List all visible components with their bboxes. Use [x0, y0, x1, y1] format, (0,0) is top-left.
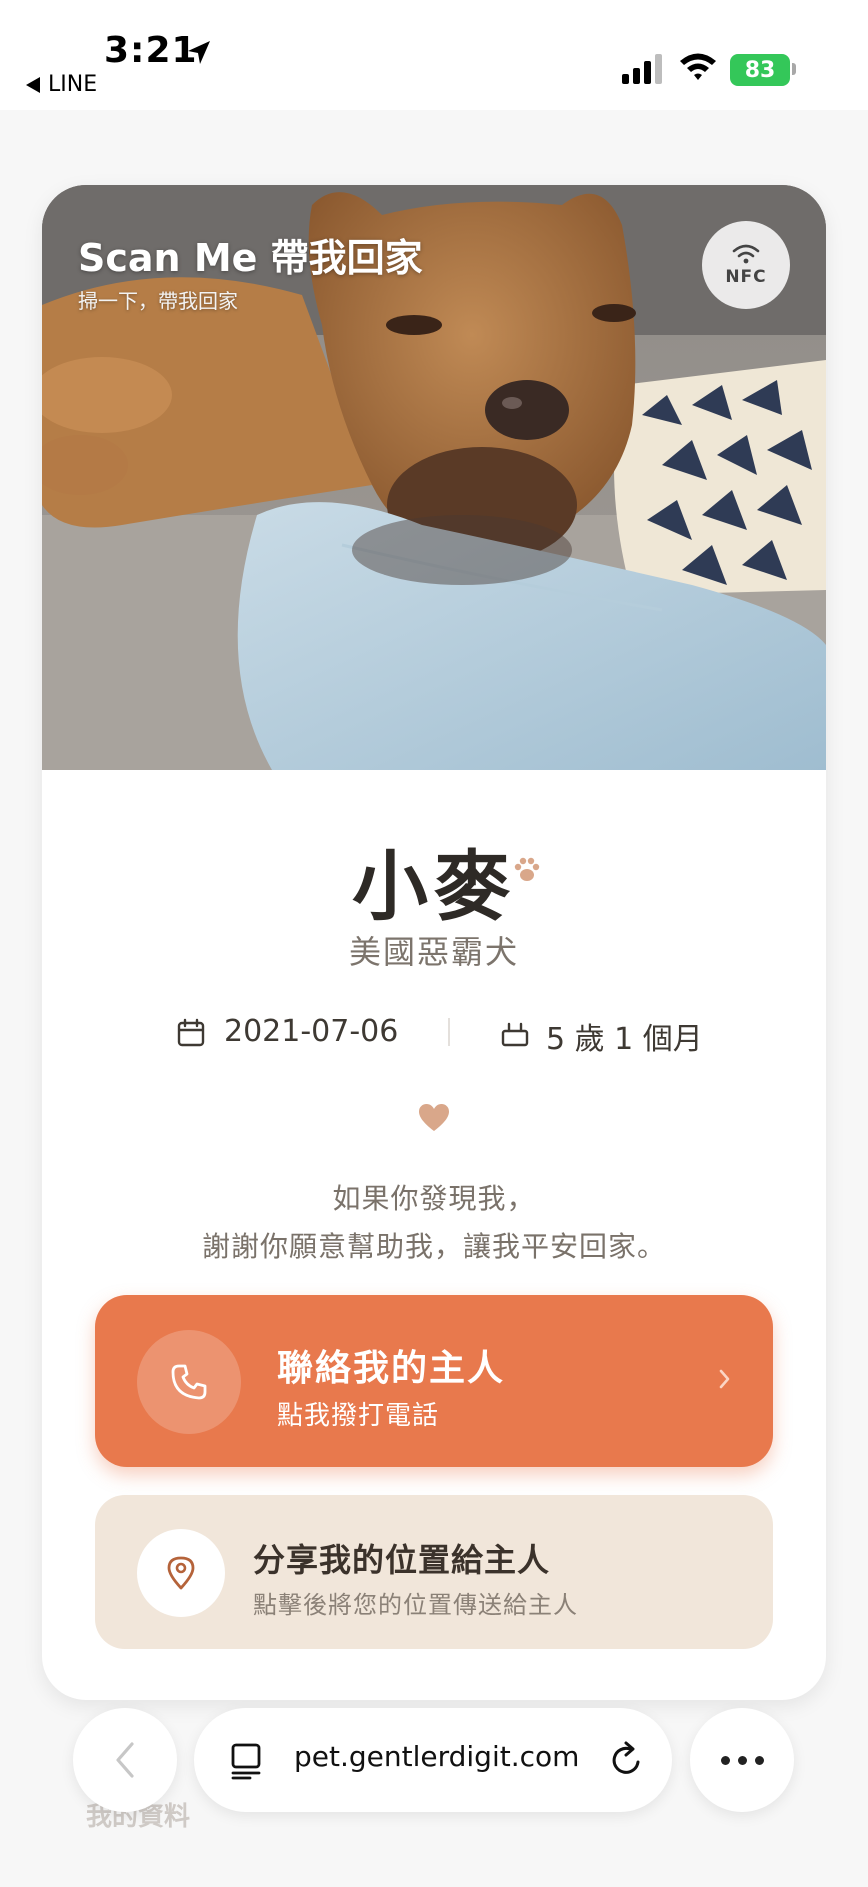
- pet-name: 小麥: [352, 842, 516, 931]
- status-bar: 3:21 LINE 83: [0, 0, 868, 110]
- pet-photo: Scan Me 帶我回家 掃一下，帶我回家 NFC: [42, 185, 826, 770]
- finder-message: 如果你發現我， 謝謝你願意幫助我，讓我平安回家。: [42, 1175, 826, 1271]
- back-triangle-icon: [26, 76, 40, 93]
- cake-icon: [501, 1022, 529, 1047]
- contact-owner-subtitle: 點我撥打電話: [277, 1401, 440, 1431]
- message-line-2: 謝謝你願意幫助我，讓我平安回家。: [201, 1230, 666, 1263]
- pet-card: Scan Me 帶我回家 掃一下，帶我回家 NFC 小麥 美國惡霸犬 2021-…: [42, 185, 826, 1700]
- paw-icon: [514, 857, 540, 881]
- back-to-app-button[interactable]: LINE: [26, 72, 97, 97]
- hero-subtitle: 掃一下，帶我回家: [78, 289, 238, 313]
- phone-icon: [171, 1364, 207, 1400]
- location-pin-icon: [167, 1556, 195, 1590]
- pet-breed: 美國惡霸犬: [348, 933, 519, 971]
- share-location-button[interactable]: 分享我的位置給主人 點擊後將您的位置傳送給主人: [95, 1495, 773, 1649]
- calendar-icon: [177, 1018, 205, 1047]
- url-text: pet.gentlerdigit.com: [294, 1740, 580, 1773]
- nfc-wifi-icon: [732, 244, 760, 264]
- back-app-label: LINE: [48, 72, 98, 97]
- birthdate: 2021-07-06: [224, 1014, 399, 1049]
- share-location-subtitle: 點擊後將您的位置傳送給主人: [253, 1591, 578, 1619]
- chevron-right-icon: [719, 1369, 730, 1389]
- battery-indicator: 83: [730, 54, 790, 86]
- chevron-left-icon: [116, 1742, 134, 1778]
- cellular-signal-icon: [622, 54, 662, 84]
- phone-icon-circle: [137, 1330, 241, 1434]
- contact-owner-title: 聯絡我的主人: [277, 1348, 506, 1389]
- more-options-button[interactable]: [690, 1708, 794, 1812]
- url-bar[interactable]: pet.gentlerdigit.com: [194, 1708, 672, 1812]
- location-arrow-icon: [188, 41, 210, 64]
- dot-icon: [737, 1755, 747, 1765]
- battery-level: 83: [744, 57, 776, 83]
- pet-age: 5 歲 1 個月: [546, 1022, 703, 1057]
- dot-icon: [720, 1755, 730, 1765]
- reload-icon[interactable]: [608, 1740, 646, 1780]
- nfc-badge: NFC: [702, 221, 790, 309]
- dot-icon: [754, 1755, 764, 1765]
- heart-icon: [419, 1104, 449, 1131]
- contact-owner-button[interactable]: 聯絡我的主人 點我撥打電話: [95, 1295, 773, 1467]
- reader-mode-icon: [231, 1743, 261, 1780]
- location-icon-circle: [137, 1529, 225, 1617]
- nfc-label: NFC: [725, 267, 767, 287]
- browser-back-button[interactable]: [73, 1708, 177, 1812]
- message-line-1: 如果你發現我，: [332, 1182, 536, 1215]
- hero-title: Scan Me 帶我回家: [78, 236, 423, 280]
- pet-info-row: 2021-07-06 5 歲 1 個月: [42, 1010, 826, 1060]
- info-divider: [448, 1018, 450, 1046]
- share-location-title: 分享我的位置給主人: [253, 1541, 551, 1579]
- battery-tip: [792, 63, 796, 75]
- wifi-icon: [680, 53, 716, 80]
